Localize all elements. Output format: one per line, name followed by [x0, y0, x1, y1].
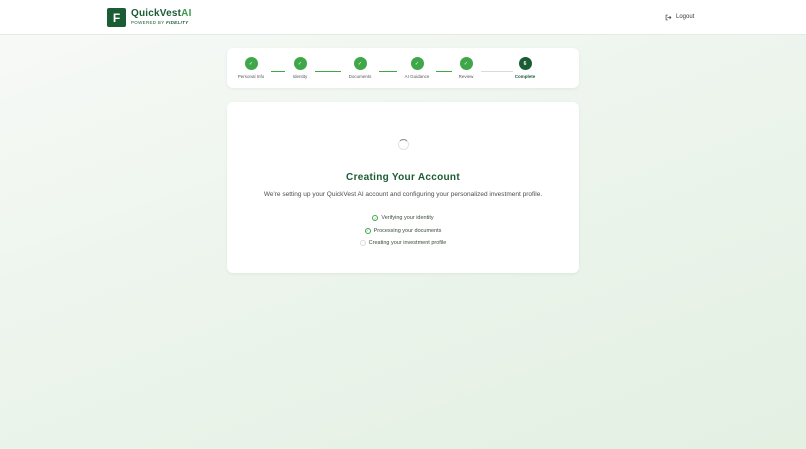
brand-logo[interactable]: QuickVestAI POWERED BY FIDELITY — [131, 9, 192, 26]
step-review: ✓ Review — [446, 57, 486, 79]
brand-ai: AI — [181, 8, 192, 19]
logout-button[interactable]: Logout — [665, 12, 694, 22]
check-icon: ✓ — [353, 57, 367, 70]
brand-title: QuickVestAI — [131, 9, 192, 19]
progress-stepper: ✓ Personal Info ✓ Identity ✓ Documents ✓… — [227, 48, 579, 88]
check-icon: ✓ — [293, 57, 307, 70]
step-complete: 6 Complete — [505, 57, 545, 79]
loading-spinner-icon — [398, 139, 409, 150]
step-number-badge: 6 — [518, 57, 532, 70]
check-circle-icon: ✓ — [364, 227, 371, 234]
step-label: Personal Info — [237, 74, 265, 79]
step-identity: ✓ Identity — [280, 57, 320, 79]
pending-circle-icon: ✓ — [359, 240, 366, 247]
fidelity-logo-icon[interactable]: F — [107, 8, 126, 27]
step-label: Documents — [348, 74, 372, 79]
step-label: Review — [458, 74, 474, 79]
step-label: Identity — [292, 74, 308, 79]
progress-checklist: ✓ Verifying your identity ✓ Processing y… — [227, 212, 579, 250]
account-creation-card: Creating Your Account We're setting up y… — [227, 102, 579, 273]
logout-label: Logout — [676, 14, 695, 20]
step-label: Complete — [514, 74, 536, 79]
top-header: F QuickVestAI POWERED BY FIDELITY Logout — [0, 0, 806, 35]
page-title: Creating Your Account — [346, 172, 460, 183]
step-ai-guidance: ✓ AI Guidance — [397, 57, 437, 79]
check-icon: ✓ — [459, 57, 473, 70]
check-circle-icon: ✓ — [372, 215, 379, 222]
checklist-label: Verifying your identity — [381, 215, 434, 222]
step-documents: ✓ Documents — [340, 57, 380, 79]
checklist-label: Creating your investment profile — [368, 240, 447, 247]
step-connector — [379, 71, 397, 72]
powered-by: POWERED BY FIDELITY — [131, 20, 192, 25]
step-label: AI Guidance — [404, 74, 430, 79]
step-personal-info: ✓ Personal Info — [231, 57, 271, 79]
page-subtitle: We're setting up your QuickVest AI accou… — [263, 191, 543, 198]
check-icon: ✓ — [410, 57, 424, 70]
checklist-item: ✓ Creating your investment profile — [227, 237, 579, 250]
powered-by-text: POWERED BY — [131, 20, 165, 25]
powered-by-brand: FIDELITY — [166, 20, 189, 25]
check-icon: ✓ — [244, 57, 258, 70]
logout-icon — [665, 14, 672, 20]
checklist-item: ✓ Verifying your identity — [227, 212, 579, 225]
checklist-item: ✓ Processing your documents — [227, 225, 579, 238]
brand-name: QuickVest — [131, 8, 182, 19]
checklist-label: Processing your documents — [373, 227, 442, 234]
